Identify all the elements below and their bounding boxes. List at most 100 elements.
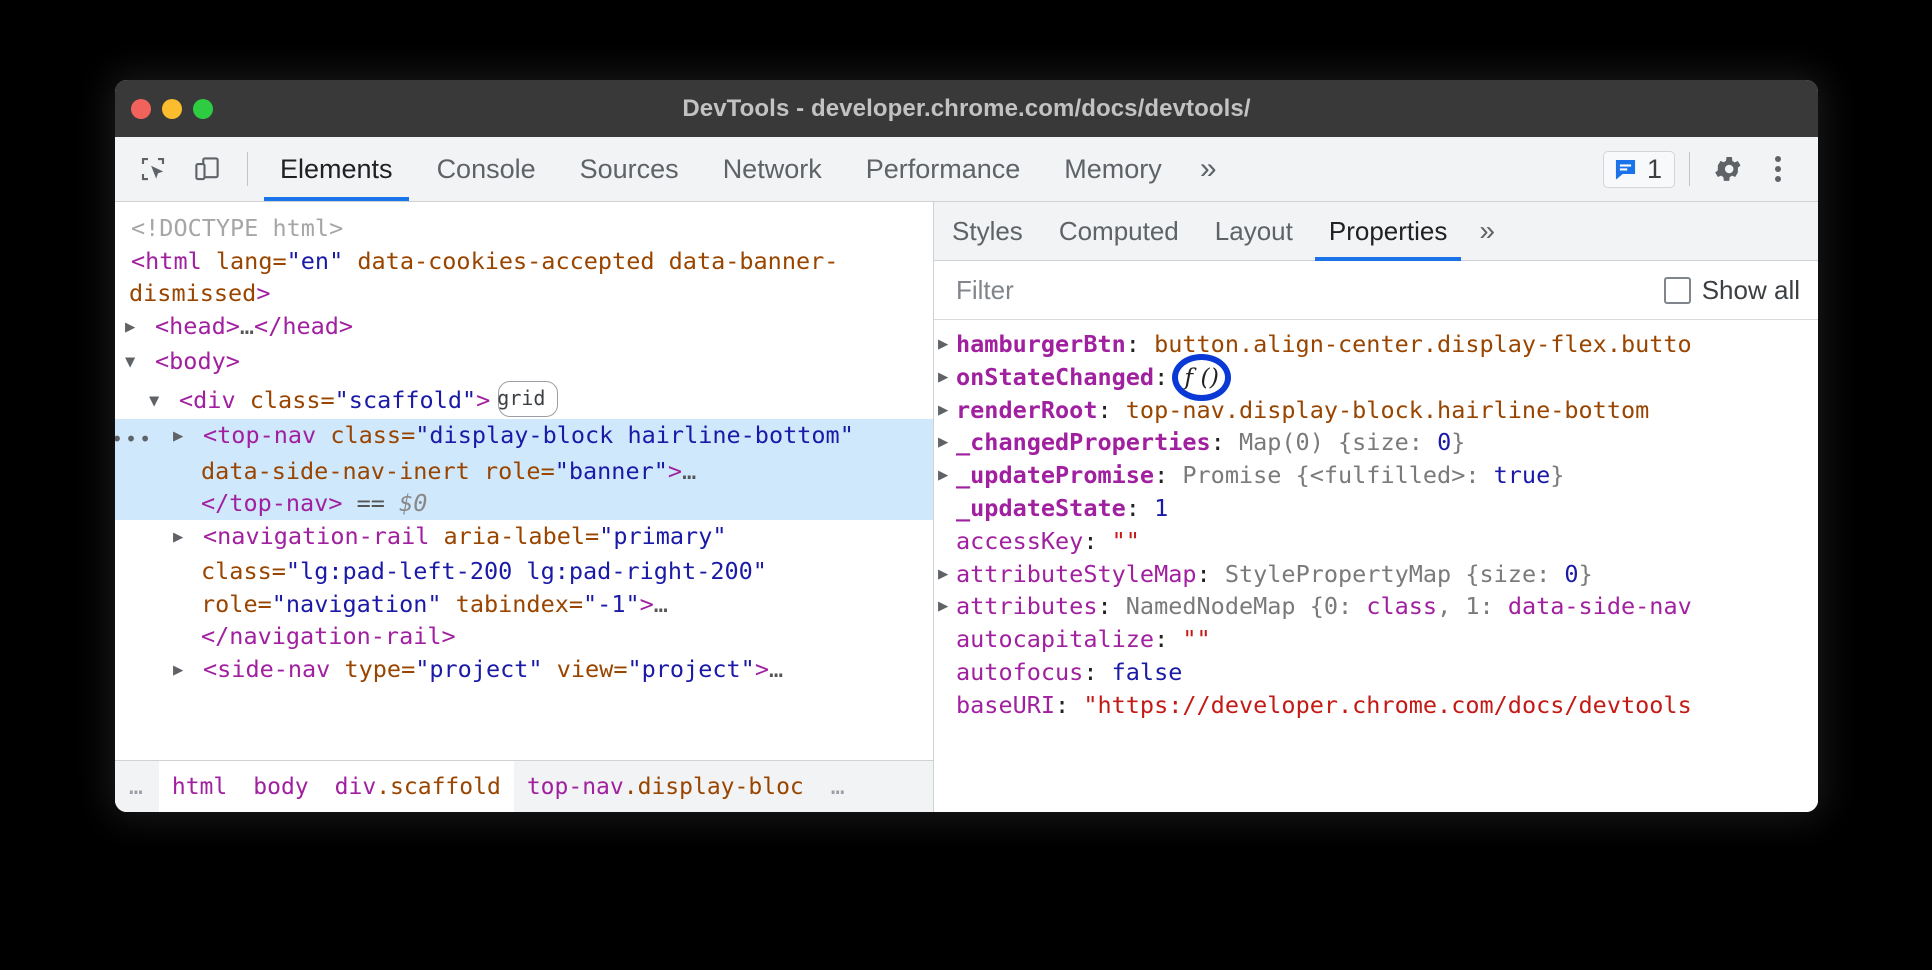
tab-styles[interactable]: Styles	[934, 202, 1041, 260]
breadcrumb-overflow-right[interactable]: …	[817, 774, 861, 800]
disclosure-triangle-icon[interactable]: ▼	[139, 346, 155, 379]
dom-token: </head>	[254, 312, 353, 340]
dom-node-top-nav[interactable]: ••• ▶<top-nav class = "display-block hairli…	[115, 419, 933, 520]
breadcrumb-item-html[interactable]: html	[159, 761, 240, 812]
properties-list[interactable]: ▶hamburgerBtn: button.align-center.displ…	[934, 320, 1818, 812]
tab-console[interactable]: Console	[415, 137, 558, 201]
dom-token: =	[541, 457, 555, 485]
gear-icon[interactable]	[1704, 145, 1752, 193]
dom-token: "lg:pad-left-200 lg:pad-right-200"	[286, 557, 767, 585]
dom-node-html[interactable]: <html lang="en" data-cookies-accepted da…	[115, 245, 933, 310]
property-row-autocapitalize[interactable]: autocapitalize: ""	[934, 623, 1818, 656]
close-window-button[interactable]	[131, 99, 151, 119]
dom-node-navigation-rail[interactable]: ▶<navigation-rail aria-label="primary" c…	[115, 520, 933, 653]
dom-token: "-1"	[583, 590, 640, 618]
dom-node-head[interactable]: ▶<head>…</head>	[115, 310, 933, 346]
property-row-accessKey[interactable]: accessKey: ""	[934, 525, 1818, 558]
more-sidebar-tabs-chevron-icon[interactable]: »	[1465, 202, 1509, 260]
tab-elements[interactable]: Elements	[258, 137, 415, 201]
breadcrumb-item-div[interactable]: div.scaffold	[322, 761, 514, 812]
property-row-_updateState[interactable]: _updateState: 1	[934, 492, 1818, 525]
property-separator: :	[1126, 330, 1154, 358]
tab-sources[interactable]: Sources	[558, 137, 701, 201]
breadcrumb-item-body[interactable]: body	[240, 761, 321, 812]
sidebar-tabs: Styles Computed Layout Properties »	[934, 202, 1818, 261]
property-row-hamburgerBtn[interactable]: ▶hamburgerBtn: button.align-center.displ…	[934, 328, 1818, 361]
kebab-menu-icon[interactable]	[1756, 147, 1800, 191]
disclosure-triangle-icon[interactable]: ▶	[187, 654, 203, 687]
disclosure-triangle-icon[interactable]: ▼	[163, 385, 179, 418]
disclosure-triangle-icon[interactable]: ▶	[187, 521, 203, 554]
disclosure-triangle-icon[interactable]: ▶	[938, 328, 948, 361]
dom-node-doctype[interactable]: <!DOCTYPE html>	[115, 212, 933, 245]
property-value: {size:	[1465, 560, 1564, 588]
disclosure-triangle-icon[interactable]: ▶	[938, 426, 948, 459]
tab-elements-label: Elements	[280, 154, 393, 185]
property-row-autofocus[interactable]: autofocus: false	[934, 656, 1818, 689]
dom-token: "display-block hairline-bottom"	[415, 421, 854, 449]
tab-performance[interactable]: Performance	[844, 137, 1043, 201]
property-key: _updateState	[956, 494, 1126, 522]
disclosure-triangle-icon[interactable]: ▶	[938, 361, 948, 394]
property-value: {size:	[1338, 428, 1437, 456]
dom-node-more-icon[interactable]: •••	[125, 423, 153, 456]
property-separator: :	[1154, 625, 1182, 653]
property-value: }	[1550, 461, 1564, 489]
inspect-element-picker-icon[interactable]	[129, 145, 177, 193]
window-title: DevTools - developer.chrome.com/docs/dev…	[682, 95, 1250, 123]
zoom-window-button[interactable]	[193, 99, 213, 119]
grid-badge[interactable]: grid	[498, 381, 558, 418]
issues-counter-button[interactable]: 1	[1603, 151, 1675, 188]
dom-tree[interactable]: <!DOCTYPE html><html lang="en" data-cook…	[115, 202, 933, 760]
dom-node-body[interactable]: ▼<body>	[115, 345, 933, 381]
dom-token: …	[654, 590, 668, 618]
property-row-_updatePromise[interactable]: ▶_updatePromise: Promise {<fulfilled>: t…	[934, 459, 1818, 492]
property-row-attributeStyleMap[interactable]: ▶attributeStyleMap: StylePropertyMap {si…	[934, 558, 1818, 591]
tab-sources-label: Sources	[580, 154, 679, 185]
property-row-renderRoot[interactable]: ▶renderRoot: top-nav.display-block.hairl…	[934, 394, 1818, 427]
property-value: {0:	[1310, 592, 1367, 620]
screenshot-stage: DevTools - developer.chrome.com/docs/dev…	[0, 0, 1932, 970]
tab-computed[interactable]: Computed	[1041, 202, 1197, 260]
property-value: 0	[1564, 560, 1578, 588]
tab-network[interactable]: Network	[701, 137, 844, 201]
property-key: hamburgerBtn	[956, 330, 1126, 358]
dom-token: "project"	[627, 655, 754, 683]
property-row-baseURI[interactable]: baseURI: "https://developer.chrome.com/d…	[934, 689, 1818, 722]
tab-properties[interactable]: Properties	[1311, 202, 1466, 260]
disclosure-triangle-icon[interactable]: ▶	[938, 459, 948, 492]
show-all-checkbox[interactable]	[1664, 277, 1691, 304]
disclosure-triangle-icon[interactable]: ▶	[938, 590, 948, 623]
tab-memory[interactable]: Memory	[1042, 137, 1184, 201]
tab-computed-label: Computed	[1059, 216, 1179, 247]
dom-token: <side-nav	[203, 655, 344, 683]
dom-token: type	[344, 655, 401, 683]
disclosure-triangle-icon[interactable]: ▶	[139, 311, 155, 344]
minimize-window-button[interactable]	[162, 99, 182, 119]
dom-node-div-scaffold[interactable]: ▼<div class="scaffold">grid	[115, 381, 933, 420]
breadcrumb-item-top-nav[interactable]: top-nav.display-bloc	[514, 761, 817, 812]
dom-token: lang	[216, 247, 273, 275]
property-row-onStateChanged[interactable]: ▶onStateChanged: ƒ ()	[934, 361, 1818, 394]
property-key: _updatePromise	[956, 461, 1154, 489]
disclosure-triangle-icon[interactable]: ▶	[938, 394, 948, 427]
dom-node-side-nav[interactable]: ▶<side-nav type="project" view="project"…	[115, 653, 933, 689]
elements-dom-pane: <!DOCTYPE html><html lang="en" data-cook…	[115, 202, 934, 812]
more-panels-chevron-icon[interactable]: »	[1184, 137, 1233, 201]
show-all-toggle[interactable]: Show all	[1664, 275, 1800, 306]
disclosure-triangle-icon[interactable]: ▶	[187, 420, 203, 453]
property-row-_changedProperties[interactable]: ▶_changedProperties: Map(0) {size: 0}	[934, 426, 1818, 459]
breadcrumb-class: .display-bloc	[624, 774, 804, 800]
property-separator: :	[1154, 461, 1182, 489]
filter-input[interactable]	[954, 274, 1664, 307]
dom-token: >	[476, 386, 490, 414]
dom-token: class	[330, 421, 401, 449]
tab-layout[interactable]: Layout	[1197, 202, 1311, 260]
dom-token: "en"	[287, 247, 344, 275]
device-toolbar-icon[interactable]	[183, 145, 231, 193]
property-row-attributes[interactable]: ▶attributes: NamedNodeMap {0: class, 1: …	[934, 590, 1818, 623]
dom-token: <top-nav	[203, 421, 330, 449]
breadcrumb-tag: html	[172, 774, 227, 800]
breadcrumb-overflow-left[interactable]: …	[115, 774, 159, 800]
disclosure-triangle-icon[interactable]: ▶	[938, 558, 948, 591]
